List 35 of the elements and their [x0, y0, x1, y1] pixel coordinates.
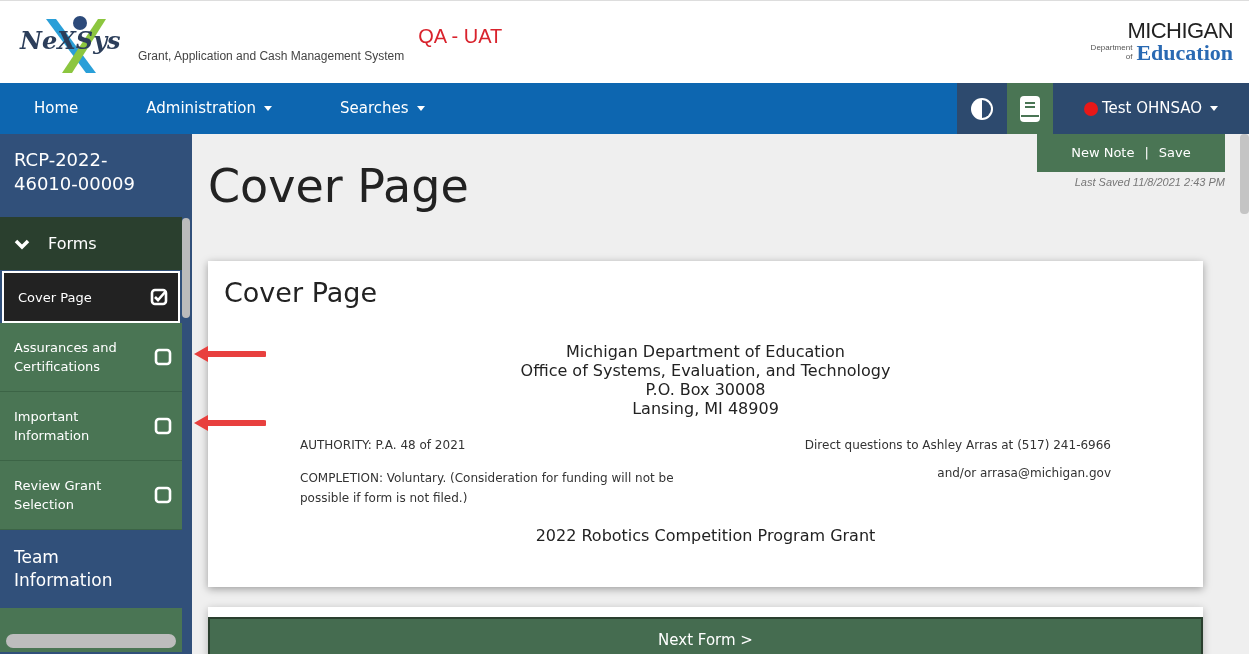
user-menu[interactable]: Test OHNSAO: [1053, 83, 1249, 134]
checkbox-icon[interactable]: [154, 486, 172, 504]
completion-text: COMPLETION: Voluntary. (Consideration for funding will not be possible if form is not filed.): [300, 469, 675, 507]
last-saved: Last Saved 11/8/2021 2:43 PM: [1074, 175, 1225, 190]
next-form-button[interactable]: Next Form >: [208, 617, 1203, 654]
sidebar-item[interactable]: Assurances and Certifications: [0, 323, 182, 392]
nav-item[interactable]: Searches: [306, 83, 459, 134]
separator: |: [1144, 144, 1149, 163]
card-title: Cover Page: [224, 276, 378, 310]
sidebar-item[interactable]: Important Information: [0, 392, 182, 461]
caret-icon: [1210, 106, 1219, 111]
contrast-button[interactable]: [957, 83, 1007, 134]
action-button[interactable]: New Note: [1071, 143, 1135, 163]
sidebar-item[interactable]: Cover Page: [2, 271, 180, 323]
environment-label: QA - UAT: [418, 24, 503, 49]
checked-checkbox-icon[interactable]: [150, 288, 168, 306]
address: Michigan Department of Education Office of Systems, Evaluation, and Technology P.O. Box 30008 Lansing, MI 48909: [520, 341, 891, 418]
contact-text: Direct questions to Ashley Arras at (517) 241-6966: [803, 436, 1111, 454]
program-name: 2022 Robotics Competition Program Grant: [534, 524, 877, 547]
forms-toggle[interactable]: Forms: [0, 217, 182, 270]
sidebar-item[interactable]: Review Grant Selection: [0, 461, 182, 530]
nav-item[interactable]: Administration: [112, 83, 307, 134]
authority-text: AUTHORITY: P.A. 48 of 2021: [300, 436, 467, 454]
book-button[interactable]: [1007, 83, 1053, 134]
page-title: Cover Page: [208, 158, 469, 215]
checkbox-icon[interactable]: [154, 417, 172, 435]
chevron-icon: [14, 237, 30, 250]
email-text: and/or arrasa@michigan.gov: [936, 464, 1111, 482]
nav-item[interactable]: Home: [0, 83, 113, 134]
checkbox-icon[interactable]: [154, 348, 172, 366]
book-icon: [1019, 94, 1041, 123]
action-button[interactable]: Save: [1158, 143, 1191, 163]
contrast-icon: [969, 95, 995, 122]
record-id: RCP-2022-46010-00009: [13, 148, 137, 196]
app-subtitle: Grant, Application and Cash Management System: [138, 48, 405, 65]
